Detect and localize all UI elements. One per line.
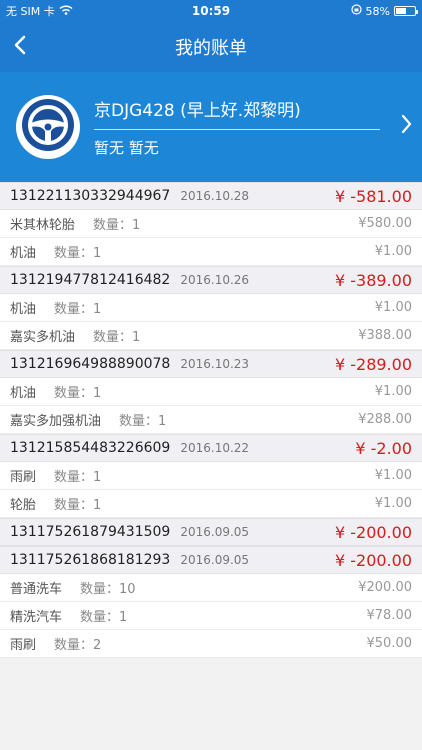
- item-name: 普通洗车: [10, 582, 63, 597]
- order-date: 2016.10.22: [180, 441, 250, 455]
- item-name: 机油: [10, 386, 37, 401]
- item-price: ¥78.00: [366, 608, 413, 623]
- order-item-row: 轮胎 数量：1 ¥1.00: [0, 490, 422, 518]
- item-price: ¥1.00: [374, 468, 412, 483]
- item-quantity: 数量：1: [93, 218, 141, 233]
- profile-info: 京DJG428 (早上好.郑黎明) 暂无 暂无: [94, 96, 410, 158]
- order-date: 2016.10.23: [180, 357, 250, 371]
- order-date: 2016.10.28: [180, 189, 250, 203]
- page-title: 我的账单: [175, 38, 247, 59]
- item-name: 机油: [10, 302, 37, 317]
- order-item-row: 机油 数量：1 ¥1.00: [0, 238, 422, 266]
- carrier-label: 无 SIM 卡: [6, 5, 55, 18]
- battery-icon: [394, 6, 418, 16]
- rotation-lock-icon: [350, 4, 362, 18]
- order-header[interactable]: 131216964988890078 2016.10.23 ¥ -289.00: [0, 350, 422, 378]
- item-price: ¥1.00: [374, 300, 412, 315]
- order-item-row: 雨刷 数量：1 ¥1.00: [0, 462, 422, 490]
- order-amount: ¥ -389.00: [334, 270, 412, 290]
- profile-card[interactable]: 京DJG428 (早上好.郑黎明) 暂无 暂无: [0, 72, 422, 182]
- order-id: 131175261879431509: [10, 524, 171, 540]
- order-date: 2016.09.05: [180, 553, 250, 567]
- item-quantity: 数量：1: [119, 414, 167, 429]
- status-left: 无 SIM 卡: [6, 3, 73, 19]
- order-header[interactable]: 131215854483226609 2016.10.22 ¥ -2.00: [0, 434, 422, 462]
- order-item-row: 精洗汽车 数量：1 ¥78.00: [0, 602, 422, 630]
- item-quantity: 数量：1: [54, 470, 102, 485]
- order-header[interactable]: 131221130332944967 2016.10.28 ¥ -581.00: [0, 182, 422, 210]
- item-quantity: 数量：1: [54, 302, 102, 317]
- nav-bar: 我的账单: [0, 22, 422, 72]
- item-price: ¥288.00: [358, 412, 412, 427]
- item-name: 轮胎: [10, 498, 37, 513]
- order-date: 2016.09.05: [180, 525, 250, 539]
- order-item-row: 普通洗车 数量：10 ¥200.00: [0, 574, 422, 602]
- item-quantity: 数量：1: [54, 246, 102, 261]
- item-name: 米其林轮胎: [10, 218, 76, 233]
- battery-fill: [396, 8, 407, 14]
- order-amount: ¥ -289.00: [334, 354, 412, 374]
- order-item-row: 机油 数量：1 ¥1.00: [0, 378, 422, 406]
- item-quantity: 数量：1: [54, 498, 102, 513]
- item-name: 嘉实多加强机油: [10, 414, 102, 429]
- battery-percent: 58%: [365, 4, 390, 18]
- chevron-right-icon: [401, 114, 412, 138]
- chevron-left-icon: [14, 35, 26, 59]
- order-item-row: 米其林轮胎 数量：1 ¥580.00: [0, 210, 422, 238]
- profile-subtitle: 暂无 暂无: [94, 139, 159, 157]
- order-item-row: 嘉实多加强机油 数量：1 ¥288.00: [0, 406, 422, 434]
- order-list: 131221130332944967 2016.10.28 ¥ -581.00 米其林…: [0, 182, 422, 658]
- order-amount: ¥ -581.00: [334, 186, 412, 206]
- profile-name: 京DJG428 (早上好.郑黎明): [94, 96, 380, 130]
- item-price: ¥1.00: [374, 244, 412, 259]
- item-quantity: 数量：1: [54, 386, 102, 401]
- order-header[interactable]: 131175261879431509 2016.09.05 ¥ -200.00: [0, 518, 422, 546]
- status-right: 58%: [350, 4, 418, 18]
- order-item-row: 机油 数量：1 ¥1.00: [0, 294, 422, 322]
- item-price: ¥388.00: [358, 328, 412, 343]
- wifi-icon: [59, 4, 73, 18]
- item-price: ¥1.00: [374, 384, 412, 399]
- steering-wheel-icon: [21, 98, 75, 156]
- item-name: 雨刷: [10, 470, 37, 485]
- item-price: ¥200.00: [358, 580, 412, 595]
- item-quantity: 数量：10: [80, 582, 136, 597]
- order-amount: ¥ -2.00: [355, 438, 412, 458]
- order-amount: ¥ -200.00: [334, 550, 412, 570]
- order-date: 2016.10.26: [180, 273, 250, 287]
- avatar: [16, 95, 80, 159]
- order-id: 131219477812416482: [10, 272, 171, 288]
- item-quantity: 数量：1: [80, 610, 128, 625]
- item-quantity: 数量：2: [54, 638, 102, 653]
- item-quantity: 数量：1: [93, 330, 141, 345]
- item-price: ¥1.00: [374, 496, 412, 511]
- order-item-row: 雨刷 数量：2 ¥50.00: [0, 630, 422, 658]
- item-price: ¥580.00: [358, 216, 412, 231]
- item-name: 雨刷: [10, 638, 37, 653]
- order-id: 131216964988890078: [10, 356, 171, 372]
- order-header[interactable]: 131219477812416482 2016.10.26 ¥ -389.00: [0, 266, 422, 294]
- item-name: 嘉实多机油: [10, 330, 76, 345]
- order-id: 131175261868181293: [10, 552, 171, 568]
- order-id: 131215854483226609: [10, 440, 171, 456]
- item-name: 精洗汽车: [10, 610, 63, 625]
- order-header[interactable]: 131175261868181293 2016.09.05 ¥ -200.00: [0, 546, 422, 574]
- order-id: 131221130332944967: [10, 188, 171, 204]
- status-bar: 无 SIM 卡 10:59 58%: [0, 0, 422, 22]
- order-amount: ¥ -200.00: [334, 522, 412, 542]
- order-item-row: 嘉实多机油 数量：1 ¥388.00: [0, 322, 422, 350]
- back-button[interactable]: [14, 22, 54, 72]
- item-name: 机油: [10, 246, 37, 261]
- item-price: ¥50.00: [366, 636, 413, 651]
